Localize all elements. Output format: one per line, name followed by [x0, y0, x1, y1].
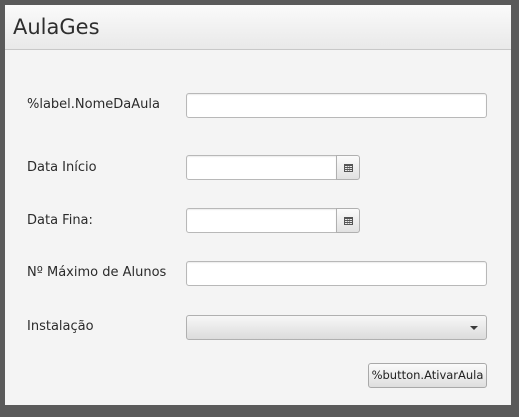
data-fim-label: Data Fina:: [27, 213, 93, 228]
title-bar: AulaGes: [5, 5, 511, 50]
calendar-icon: [344, 217, 353, 225]
nome-da-aula-input[interactable]: [186, 93, 487, 118]
instalacao-label: Instalação: [27, 319, 94, 334]
ativar-aula-button[interactable]: %button.AtivarAula: [368, 363, 487, 388]
data-inicio-picker: [186, 155, 360, 180]
max-alunos-input[interactable]: [186, 261, 487, 286]
data-inicio-calendar-button[interactable]: [336, 155, 360, 180]
chevron-down-icon: [470, 326, 478, 330]
calendar-icon: [344, 164, 353, 172]
data-fim-input[interactable]: [186, 208, 337, 233]
window-title: AulaGes: [13, 15, 100, 39]
data-inicio-label: Data Início: [27, 160, 97, 175]
max-alunos-label: Nº Máximo de Alunos: [27, 265, 167, 280]
data-fim-picker: [186, 208, 360, 233]
app-window: AulaGes %label.NomeDaAula Data Início Da…: [5, 5, 511, 405]
instalacao-combobox[interactable]: [186, 315, 487, 340]
data-fim-calendar-button[interactable]: [336, 208, 360, 233]
nome-da-aula-label: %label.NomeDaAula: [27, 97, 160, 112]
data-inicio-input[interactable]: [186, 155, 337, 180]
